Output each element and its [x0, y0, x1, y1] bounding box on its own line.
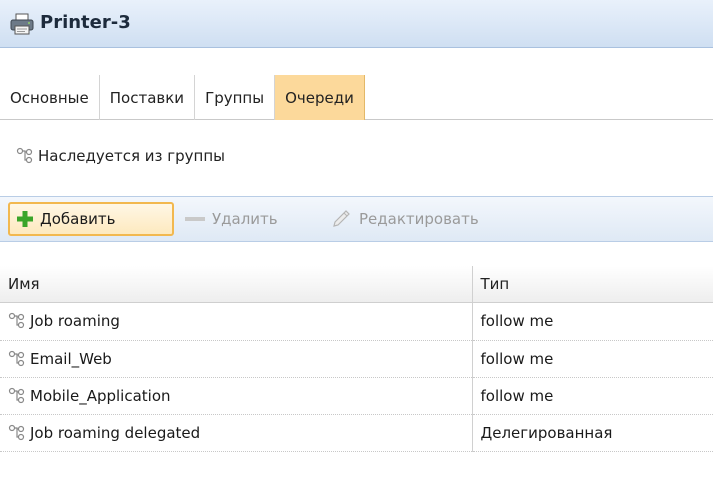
queue-node-icon [8, 387, 25, 403]
add-button[interactable]: Добавить [8, 202, 174, 236]
pencil-icon [333, 210, 350, 227]
row-name-cell: Job roaming delegated [0, 414, 472, 452]
queue-name: Mobile_Application [30, 386, 171, 405]
tab-general[interactable]: Основные [0, 75, 100, 120]
tab-groups[interactable]: Группы [195, 75, 276, 120]
queue-type: Делегированная [471, 414, 713, 452]
queue-node-icon [16, 147, 33, 164]
edit-button-label: Редактировать [359, 210, 479, 228]
window-title: Printer-3 [40, 12, 131, 33]
add-button-label: Добавить [40, 210, 116, 228]
queue-node-icon [8, 424, 25, 440]
window-titlebar: Printer-3 [0, 0, 713, 48]
table-header-row: Имя Тип [0, 266, 713, 303]
column-header-name[interactable]: Имя [0, 266, 472, 303]
queue-type: follow me [471, 377, 713, 415]
queue-name: Job roaming delegated [30, 423, 201, 442]
table-row[interactable]: Job roaming follow me [0, 302, 713, 341]
queue-type: follow me [471, 302, 713, 341]
queues-table: Имя Тип Job roaming follow me Email_Web … [0, 266, 713, 452]
tab-queues[interactable]: Очереди [275, 75, 365, 120]
queue-node-icon [8, 312, 25, 329]
table-row[interactable]: Mobile_Application follow me [0, 377, 713, 415]
table-row[interactable]: Email_Web follow me [0, 340, 713, 378]
inherit-label: Наследуется из группы [38, 147, 226, 165]
queues-toolbar: Добавить Удалить Редактировать [0, 196, 713, 242]
row-name-cell: Mobile_Application [0, 377, 472, 415]
tab-bar: Основные Поставки Группы Очереди [0, 75, 713, 120]
queue-name: Job roaming [30, 312, 120, 330]
row-name-cell: Email_Web [0, 340, 472, 378]
edit-button[interactable]: Редактировать [325, 202, 485, 236]
row-name-cell: Job roaming [0, 302, 472, 341]
queue-name: Email_Web [30, 349, 112, 368]
plus-icon [17, 211, 33, 227]
printer-icon [10, 13, 34, 35]
inherit-from-group[interactable]: Наследуется из группы [16, 147, 225, 165]
tab-supplies[interactable]: Поставки [100, 75, 196, 120]
minus-icon [185, 217, 205, 221]
queue-node-icon [8, 350, 25, 366]
remove-button-label: Удалить [212, 210, 278, 228]
column-header-type[interactable]: Тип [471, 266, 713, 303]
remove-button[interactable]: Удалить [178, 202, 284, 236]
queue-type: follow me [471, 340, 713, 378]
table-row[interactable]: Job roaming delegated Делегированная [0, 414, 713, 452]
